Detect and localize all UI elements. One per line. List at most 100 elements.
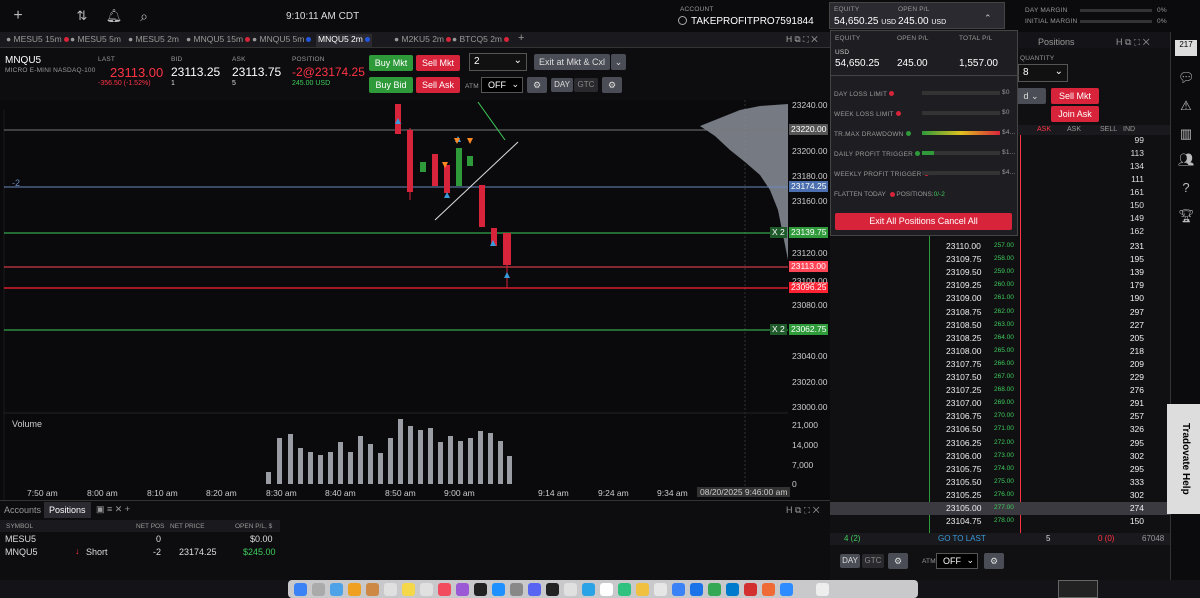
dom-select[interactable]: d ⌄ xyxy=(1016,88,1046,104)
dom-price-row[interactable]: 23107.75 266.00 209 xyxy=(830,358,1170,371)
settings-icon[interactable]: ⚙ xyxy=(888,553,908,569)
app-icon[interactable] xyxy=(366,583,379,596)
settings-icon[interactable]: ⚙ xyxy=(527,77,547,93)
dom-sell-mkt-button[interactable]: Sell Mkt xyxy=(1051,88,1099,104)
dom-price-row[interactable]: 23105.50 275.00 333 xyxy=(830,476,1170,489)
dom-price-row[interactable]: 23108.25 264.00 205 xyxy=(830,332,1170,345)
exit-mkt-button[interactable]: Exit at Mkt & Cxl xyxy=(534,54,610,70)
dom-day-button[interactable]: DAY xyxy=(840,554,860,568)
finder-icon[interactable] xyxy=(294,583,307,596)
dom-price-row[interactable]: 23109.75 258.00 195 xyxy=(830,253,1170,266)
acrobat-icon[interactable] xyxy=(744,583,757,596)
dom-price-row[interactable]: 23109.00 261.00 190 xyxy=(830,292,1170,305)
dom-join-ask-button[interactable]: Join Ask xyxy=(1051,106,1099,122)
tab-mnqu5-5m[interactable]: ● MNQU5 5m xyxy=(252,34,312,47)
sell-mkt-button[interactable]: Sell Mkt xyxy=(416,55,460,71)
tab-mesu5-15m[interactable]: ● MESU5 15m xyxy=(6,34,69,47)
tab-positions[interactable]: Positions xyxy=(44,502,91,518)
drive-icon[interactable] xyxy=(708,583,721,596)
dom-price-row[interactable]: 23107.25 268.00 276 xyxy=(830,384,1170,397)
dom-price-rows[interactable]: 23110.00 257.00 231 23109.75 258.00 195 23109.… xyxy=(830,240,1170,530)
users-icon[interactable]: 👥︎ xyxy=(1178,152,1195,168)
order-x-1[interactable]: X 2 xyxy=(770,227,787,238)
trash-icon[interactable] xyxy=(816,583,829,596)
calendar-icon[interactable] xyxy=(384,583,397,596)
dom-window-controls[interactable]: H ⧉ ⛶ ✕ xyxy=(1116,37,1150,48)
tab-controls[interactable]: ▣ ≡ ✕ + xyxy=(96,504,130,515)
account-selector[interactable]: TAKEPROFITPRO7591844 xyxy=(678,16,814,27)
dom-price-row[interactable]: 23107.00 269.00 291 xyxy=(830,397,1170,410)
app-icon[interactable] xyxy=(600,583,613,596)
window-controls[interactable]: H ⧉ ⛶ ✕ xyxy=(786,34,818,47)
quantity-field[interactable]: 2 ⌄ xyxy=(469,53,527,71)
reminders-icon[interactable] xyxy=(420,583,433,596)
dom-price-row[interactable]: 23108.50 263.00 227 xyxy=(830,319,1170,332)
app-icon[interactable] xyxy=(582,583,595,596)
tv-icon[interactable] xyxy=(474,583,487,596)
dom-qty-field[interactable]: 8 ⌄ xyxy=(1018,64,1068,82)
dom-price-row[interactable]: 23109.25 260.00 179 xyxy=(830,279,1170,292)
photos-icon[interactable] xyxy=(348,583,361,596)
symbol[interactable]: MNQU5 xyxy=(5,55,41,66)
dom-price-row[interactable]: 23108.00 265.00 218 xyxy=(830,345,1170,358)
app-icon[interactable] xyxy=(672,583,685,596)
chevron-up-icon[interactable]: ⌃ xyxy=(984,13,992,24)
dom-atm-select[interactable]: OFF ⌄ xyxy=(936,553,978,569)
dom-price-row[interactable]: 23106.00 273.00 302 xyxy=(830,450,1170,463)
atm-select[interactable]: OFF ⌄ xyxy=(481,77,523,93)
search-icon[interactable]: ⌕ xyxy=(134,6,154,26)
settings-icon[interactable]: ⚙ xyxy=(984,553,1004,569)
dom-price-row[interactable]: 23104.75 278.00 150 xyxy=(830,515,1170,528)
tab-mnqu5-15m[interactable]: ● MNQU5 15m xyxy=(186,34,251,47)
help-tab[interactable]: Tradovate Help xyxy=(1167,404,1200,514)
equity-summary[interactable]: EQUITY 54,650.25 USD OPEN P/L 245.00 USD… xyxy=(829,2,1005,29)
app-icon[interactable] xyxy=(762,583,775,596)
safari-icon[interactable] xyxy=(330,583,343,596)
order-x-2[interactable]: X 2 xyxy=(770,324,787,335)
discord-icon[interactable] xyxy=(528,583,541,596)
sort-icon[interactable]: ⇅ xyxy=(72,6,92,26)
gtc-button[interactable]: GTC xyxy=(574,78,598,92)
warning-icon[interactable]: ⚠ xyxy=(1178,98,1194,114)
dom-price-row[interactable]: 23106.50 271.00 326 xyxy=(830,423,1170,436)
dom-price-row[interactable]: 23107.50 267.00 229 xyxy=(830,371,1170,384)
notification-badge[interactable]: 217 xyxy=(1175,40,1197,56)
vscode-icon[interactable] xyxy=(726,583,739,596)
music-icon[interactable] xyxy=(438,583,451,596)
tab-mesu5-5m[interactable]: ● MESU5 5m xyxy=(70,34,121,47)
notes-icon[interactable] xyxy=(402,583,415,596)
tab-accounts[interactable]: Accounts xyxy=(4,505,41,515)
add-icon[interactable]: + xyxy=(8,6,28,26)
app-icon[interactable] xyxy=(564,583,577,596)
launchpad-icon[interactable] xyxy=(312,583,325,596)
dom-price-row[interactable]: 23105.75 274.00 295 xyxy=(830,463,1170,476)
go-to-last-button[interactable]: GO TO LAST xyxy=(938,534,986,543)
dom-gtc-button[interactable]: GTC xyxy=(862,554,884,568)
zoom-icon[interactable] xyxy=(780,583,793,596)
whatsapp-icon[interactable] xyxy=(618,583,631,596)
table-row[interactable]: MESU5 0 $0.00 xyxy=(0,533,280,546)
price-chart[interactable]: -2 X 2 X 2 23220.00 23174.25 23139.75 23… xyxy=(0,100,830,500)
bell-icon[interactable]: 🔔︎ xyxy=(104,6,124,26)
add-tab-button[interactable]: + xyxy=(518,32,524,45)
sell-ask-button[interactable]: Sell Ask xyxy=(416,77,460,93)
chat-icon[interactable]: 💬︎ xyxy=(1178,70,1195,86)
dom-positions-tab[interactable]: Positions xyxy=(1038,37,1075,47)
panel-window-controls[interactable]: H ⧉ ⛶ ✕ xyxy=(786,505,820,516)
trophy-icon[interactable]: 🏆︎ xyxy=(1178,208,1195,224)
app-icon[interactable] xyxy=(690,583,703,596)
buy-bid-button[interactable]: Buy Bid xyxy=(369,77,413,93)
buy-mkt-button[interactable]: Buy Mkt xyxy=(369,55,413,71)
appstore-icon[interactable] xyxy=(492,583,505,596)
exit-dropdown-icon[interactable]: ⌄ xyxy=(611,54,626,70)
app-icon[interactable] xyxy=(546,583,559,596)
tab-m2ku5-2m[interactable]: ● M2KU5 2m xyxy=(394,34,452,47)
help-icon[interactable]: ? xyxy=(1178,180,1194,196)
dom-price-row[interactable]: 23108.75 262.00 297 xyxy=(830,306,1170,319)
day-button[interactable]: DAY xyxy=(551,78,573,92)
dom-price-row[interactable]: 23106.25 272.00 295 xyxy=(830,437,1170,450)
exit-all-button[interactable]: Exit All Positions Cancel All xyxy=(835,213,1012,230)
tab-btcq5-2m[interactable]: ● BTCQ5 2m xyxy=(452,34,510,47)
settings-icon[interactable]: ⚙ xyxy=(602,77,622,93)
dom-price-row[interactable]: 23106.75 270.00 257 xyxy=(830,410,1170,423)
